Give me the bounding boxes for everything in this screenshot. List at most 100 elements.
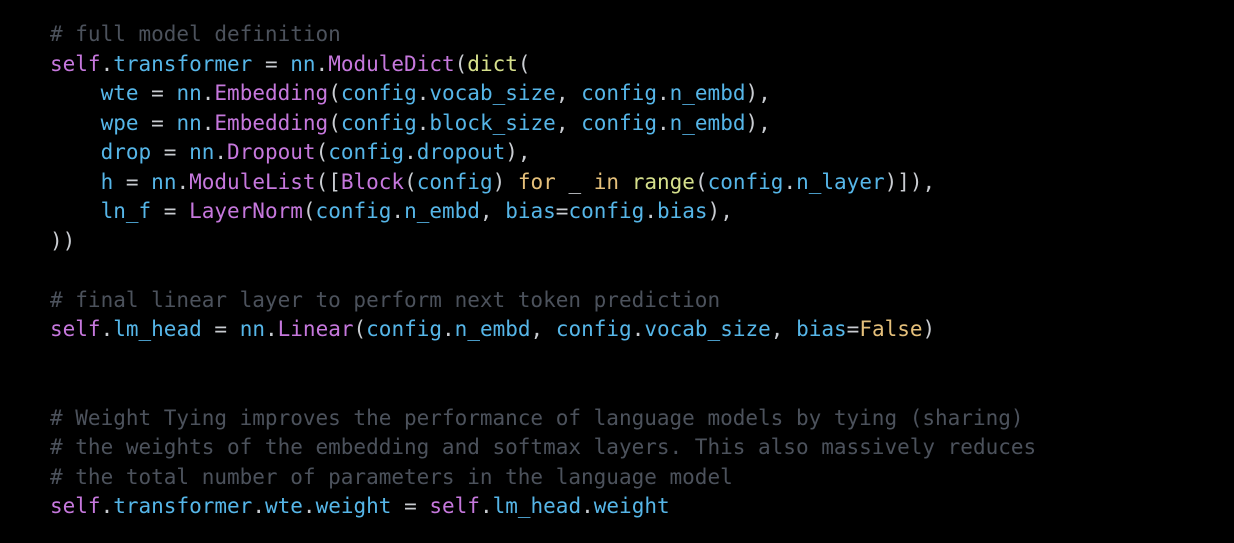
code-token-op xyxy=(50,170,101,194)
code-line: self.lm_head = nn.Linear(config.n_embd, … xyxy=(50,315,1234,345)
code-token-punct: . xyxy=(391,199,405,223)
code-token-op: = xyxy=(252,51,291,76)
code-token-class: Linear xyxy=(277,317,354,341)
code-line: wpe = nn.Embedding(config.block_size, co… xyxy=(50,109,1234,139)
code-token-ident: nn xyxy=(151,169,177,194)
code-token-ident: lm_head xyxy=(113,317,202,341)
code-token-comment: # final linear layer to perform next tok… xyxy=(50,287,721,312)
code-line: # full model definition xyxy=(50,20,1234,50)
code-token-punct: ( xyxy=(328,110,341,135)
code-editor[interactable]: # full model definition self.transformer … xyxy=(0,0,1234,543)
code-token-punct: , xyxy=(555,110,582,135)
code-token-comment: # the total number of parameters in the … xyxy=(50,464,733,489)
code-token-ident: config xyxy=(581,110,657,135)
code-token-self: self xyxy=(50,51,101,76)
code-token-ident: n_embd xyxy=(669,110,746,135)
code-token-self: self xyxy=(50,317,101,341)
code-token-op: = xyxy=(151,199,190,223)
code-token-punct: ([ xyxy=(315,169,341,194)
code-line: wte = nn.Embedding(config.vocab_size, co… xyxy=(50,79,1234,109)
code-token-ident: dropout xyxy=(416,140,506,164)
code-token-ident: wpe xyxy=(100,110,139,135)
code-token-comment: # full model definition xyxy=(50,22,341,46)
code-line: self.transformer = nn.ModuleDict(dict( xyxy=(50,50,1234,80)
code-token-ident: config xyxy=(340,110,417,135)
code-token-punct: . xyxy=(416,110,430,135)
code-token-punct: ( xyxy=(302,199,316,223)
code-token-class: LayerNorm xyxy=(189,199,303,223)
code-token-punct: ( xyxy=(315,140,329,164)
code-token-ident: config xyxy=(340,81,417,105)
code-token-punct: . xyxy=(201,81,215,105)
code-token-ident: config xyxy=(707,169,784,194)
code-token-punct: ( xyxy=(404,169,417,194)
code-token-self: self xyxy=(50,494,101,518)
code-token-op: = xyxy=(201,317,240,341)
code-token-ident: config xyxy=(581,81,657,105)
code-token-punct: . xyxy=(100,51,114,76)
code-token-punct: , xyxy=(770,317,797,341)
code-token-keyword: for xyxy=(517,169,556,194)
code-token-ident: wte xyxy=(100,81,139,105)
code-token-punct: ) xyxy=(922,317,936,341)
code-token-punct: . xyxy=(479,494,493,518)
code-token-class: Embedding xyxy=(214,110,329,135)
code-token-punct: . xyxy=(631,317,645,341)
code-line: drop = nn.Dropout(config.dropout), xyxy=(50,138,1234,168)
code-token-op: _ xyxy=(555,169,594,194)
code-token-ident: block_size xyxy=(429,110,556,135)
code-token-op xyxy=(50,199,101,223)
code-token-ident: drop xyxy=(100,140,152,164)
code-token-punct: . xyxy=(252,494,265,518)
code-token-op: = xyxy=(391,494,430,518)
code-token-ident: vocab_size xyxy=(644,317,771,341)
code-token-op: = xyxy=(151,140,190,164)
code-token-punct: ), xyxy=(745,81,771,105)
code-token-punct: , xyxy=(479,199,506,223)
code-token-ident: config xyxy=(416,169,493,194)
code-token-op: = xyxy=(138,110,177,135)
code-token-punct: , xyxy=(530,317,556,341)
code-token-ident: bias xyxy=(796,317,847,341)
code-token-op: = xyxy=(113,169,152,194)
code-token-punct: . xyxy=(176,169,190,194)
code-token-punct: . xyxy=(442,317,455,341)
code-token-punct: )) xyxy=(50,228,76,253)
code-token-punct: . xyxy=(214,140,228,164)
code-line: h = nn.ModuleList([Block(config) for _ i… xyxy=(50,168,1234,198)
code-token-ident: ln_f xyxy=(100,199,152,223)
code-token-punct: . xyxy=(264,317,278,341)
code-token-punct: , xyxy=(555,81,582,105)
code-token-punct: . xyxy=(302,494,316,518)
code-token-ident: n_layer xyxy=(796,169,885,194)
code-token-op: = xyxy=(138,81,177,105)
code-token-punct: . xyxy=(644,199,657,223)
code-token-const: False xyxy=(859,317,923,341)
code-line: )) xyxy=(50,227,1234,257)
code-token-ident: transformer xyxy=(113,494,253,518)
code-token-ident: config xyxy=(555,317,632,341)
code-line: self.transformer.wte.weight = self.lm_he… xyxy=(50,492,1234,522)
code-token-punct: )]), xyxy=(884,169,936,194)
code-token-punct: . xyxy=(404,140,417,164)
code-token-self: self xyxy=(429,494,480,518)
code-token-ident: vocab_size xyxy=(429,81,556,105)
code-token-class: Block xyxy=(340,169,405,194)
code-line: # the weights of the embedding and softm… xyxy=(50,433,1234,463)
code-token-punct: ), xyxy=(707,199,733,223)
code-token-ident: lm_head xyxy=(492,494,582,518)
code-token-op xyxy=(50,111,101,135)
code-token-class: ModuleList xyxy=(189,169,316,194)
code-token-punct: ( xyxy=(694,169,708,194)
code-line: # the total number of parameters in the … xyxy=(50,463,1234,493)
code-token-ident: weight xyxy=(315,494,392,518)
code-token-punct: . xyxy=(656,81,670,105)
code-token-ident: h xyxy=(100,169,114,194)
code-token-punct: . xyxy=(201,110,215,135)
code-token-punct: . xyxy=(416,81,430,105)
code-token-class: Dropout xyxy=(227,140,316,164)
code-token-ident: nn xyxy=(176,81,202,105)
